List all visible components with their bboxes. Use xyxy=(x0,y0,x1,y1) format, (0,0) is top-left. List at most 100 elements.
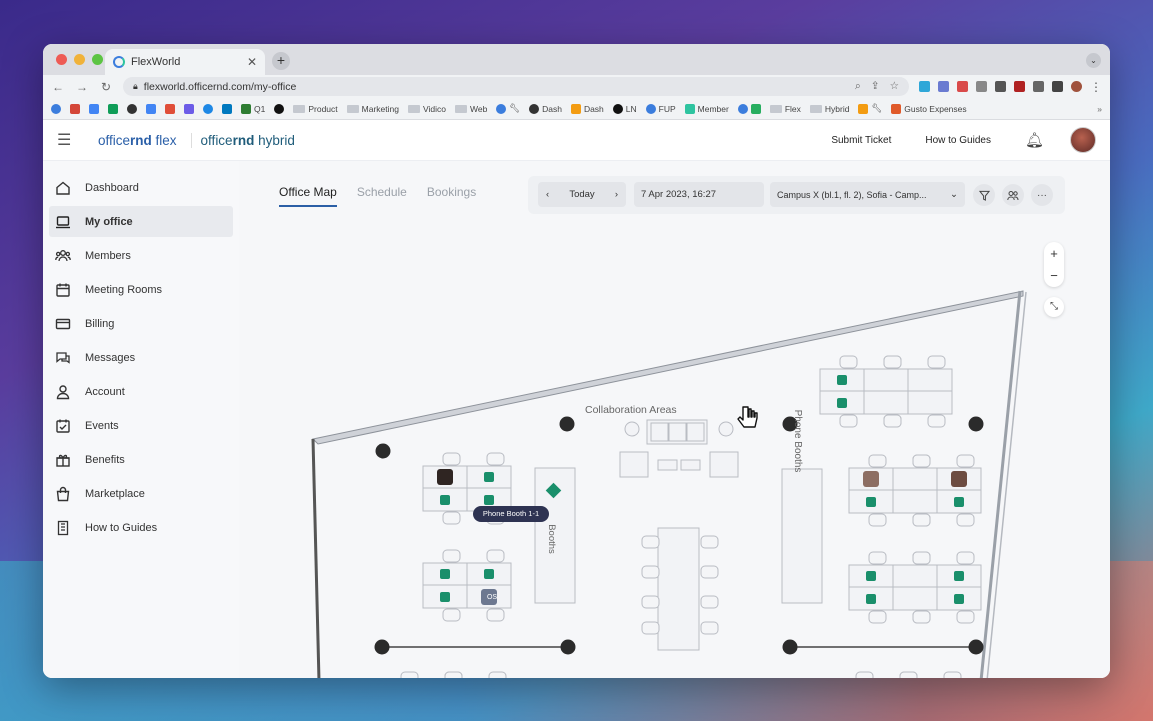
available-desk-marker[interactable] xyxy=(484,472,494,482)
available-desk-marker[interactable] xyxy=(440,569,450,579)
menu-icon[interactable]: ☰ xyxy=(57,130,77,150)
extension-icon[interactable] xyxy=(957,81,968,92)
zoom-out-button[interactable]: − xyxy=(1050,268,1058,283)
bookmark[interactable]: LN xyxy=(612,103,637,114)
bookmark[interactable]: Member xyxy=(684,103,729,114)
user-avatar[interactable] xyxy=(1070,127,1096,153)
available-desk-marker[interactable] xyxy=(484,495,494,505)
address-bar[interactable]: 🔒︎ flexworld.officernd.com/my-office ⌕ ⇪… xyxy=(123,77,909,96)
minimize-window-button[interactable] xyxy=(74,54,85,65)
bookmark[interactable] xyxy=(203,103,213,114)
bell-icon[interactable]: 🔔︎ xyxy=(1025,131,1044,149)
bookmark[interactable] xyxy=(146,103,156,114)
sidepanel-icon[interactable] xyxy=(1052,81,1063,92)
sidebar-item-events[interactable]: Events xyxy=(49,410,233,441)
phone-booths-label[interactable]: Phone Booths xyxy=(792,410,803,473)
profile-icon[interactable] xyxy=(1071,81,1082,92)
bookmark[interactable] xyxy=(127,103,137,114)
available-desk-marker[interactable] xyxy=(440,495,450,505)
sidebar-item-my-office[interactable]: My office xyxy=(49,206,233,237)
tab-office-map[interactable]: Office Map xyxy=(279,185,337,207)
sidebar-item-how-to-guides[interactable]: How to Guides xyxy=(49,512,233,543)
officernd-hybrid-logo[interactable]: officernd hybrid xyxy=(201,133,295,148)
submit-ticket-link[interactable]: Submit Ticket xyxy=(831,135,891,146)
menu-dots-icon[interactable]: ⋮ xyxy=(1090,80,1102,94)
extension-icon[interactable] xyxy=(976,81,987,92)
available-desk-marker[interactable] xyxy=(866,594,876,604)
collaboration-areas-label[interactable]: Collaboration Areas xyxy=(585,404,677,416)
bookmark[interactable]: Gusto Expenses xyxy=(891,103,967,114)
extension-icon[interactable] xyxy=(938,81,949,92)
bookmark[interactable] xyxy=(51,103,61,114)
sidebar-item-meeting-rooms[interactable]: Meeting Rooms xyxy=(49,274,233,305)
extension-icon[interactable] xyxy=(1014,81,1025,92)
bookmark[interactable]: Dash xyxy=(570,103,604,114)
bookmark-folder[interactable]: Marketing xyxy=(346,104,399,114)
tab-schedule[interactable]: Schedule xyxy=(357,185,407,207)
tab-search-button[interactable]: ⌄ xyxy=(1086,53,1101,68)
browser-tab[interactable]: FlexWorld ✕ xyxy=(105,49,265,75)
back-icon[interactable]: ← xyxy=(51,80,65,94)
bookmark-folder[interactable]: Web xyxy=(454,104,487,114)
bookmark[interactable]: Q1 xyxy=(241,103,265,114)
available-desk-marker[interactable] xyxy=(954,594,964,604)
more-options-button[interactable]: ··· xyxy=(1031,184,1053,206)
available-desk-marker[interactable] xyxy=(866,497,876,507)
bookmark[interactable] xyxy=(108,103,118,114)
how-to-guides-link[interactable]: How to Guides xyxy=(925,135,991,146)
available-desk-marker[interactable] xyxy=(954,571,964,581)
bookmark-folder[interactable]: Product xyxy=(293,104,338,114)
location-select[interactable]: Campus X (bl.1, fl. 2), Sofia - Camp... … xyxy=(770,182,965,207)
bookmark[interactable] xyxy=(222,103,232,114)
bookmark[interactable] xyxy=(70,103,80,114)
officernd-flex-logo[interactable]: officernd flex xyxy=(98,132,192,148)
close-window-button[interactable] xyxy=(56,54,67,65)
star-icon[interactable]: ☆ xyxy=(890,80,899,93)
sidebar-item-messages[interactable]: Messages xyxy=(49,342,233,373)
sidebar-item-account[interactable]: Account xyxy=(49,376,233,407)
available-desk-marker[interactable] xyxy=(440,592,450,602)
people-button[interactable] xyxy=(1002,184,1024,206)
bookmark[interactable]: 🔧︎ xyxy=(858,103,882,114)
chevron-left-icon[interactable]: ‹ xyxy=(546,189,549,200)
sidebar-item-billing[interactable]: Billing xyxy=(49,308,233,339)
sidebar-item-benefits[interactable]: Benefits xyxy=(49,444,233,475)
available-desk-marker[interactable] xyxy=(484,569,494,579)
close-tab-icon[interactable]: ✕ xyxy=(247,55,257,69)
datetime-picker[interactable]: 7 Apr 2023, 16:27 xyxy=(634,182,764,207)
bookmark[interactable] xyxy=(274,103,285,114)
available-desk-marker[interactable] xyxy=(837,375,847,385)
bookmark[interactable] xyxy=(89,103,99,114)
filter-button[interactable] xyxy=(973,184,995,206)
zoom-in-button[interactable]: + xyxy=(1050,246,1058,261)
maximize-window-button[interactable] xyxy=(92,54,103,65)
member-avatar[interactable] xyxy=(951,471,967,487)
bookmark[interactable]: Dash xyxy=(529,103,562,114)
bookmark[interactable] xyxy=(184,103,194,114)
chevron-right-icon[interactable]: › xyxy=(615,189,618,200)
tab-bookings[interactable]: Bookings xyxy=(427,185,476,207)
share-icon[interactable]: ⇪ xyxy=(871,80,880,93)
extension-icon[interactable] xyxy=(995,81,1006,92)
bookmarks-overflow-icon[interactable]: » xyxy=(1097,104,1102,114)
bookmark-folder[interactable]: Flex xyxy=(769,104,801,114)
member-avatar[interactable] xyxy=(437,469,453,485)
bookmark-folder[interactable]: Hybrid xyxy=(809,104,849,114)
desk-initials-badge[interactable]: OS xyxy=(487,594,497,601)
sidebar-item-dashboard[interactable]: Dashboard xyxy=(49,172,233,203)
puzzle-icon[interactable] xyxy=(1033,81,1044,92)
bookmark[interactable]: FUP xyxy=(645,103,676,114)
available-desk-marker[interactable] xyxy=(954,497,964,507)
bookmark[interactable] xyxy=(165,103,175,114)
reload-icon[interactable]: ↻ xyxy=(99,80,113,94)
phone-booth-small-label[interactable]: Booths xyxy=(546,524,557,554)
sidebar-item-marketplace[interactable]: Marketplace xyxy=(49,478,233,509)
extension-icon[interactable] xyxy=(919,81,930,92)
bookmark-folder[interactable]: Vidico xyxy=(407,104,446,114)
member-avatar[interactable] xyxy=(863,471,879,487)
forward-icon[interactable]: → xyxy=(75,80,89,94)
office-floor-map[interactable]: Collaboration Areas Phone Booths Booths … xyxy=(239,161,1110,678)
available-desk-marker[interactable] xyxy=(866,571,876,581)
bookmark[interactable] xyxy=(737,103,761,114)
zoom-icon[interactable]: ⌕ xyxy=(855,80,861,93)
